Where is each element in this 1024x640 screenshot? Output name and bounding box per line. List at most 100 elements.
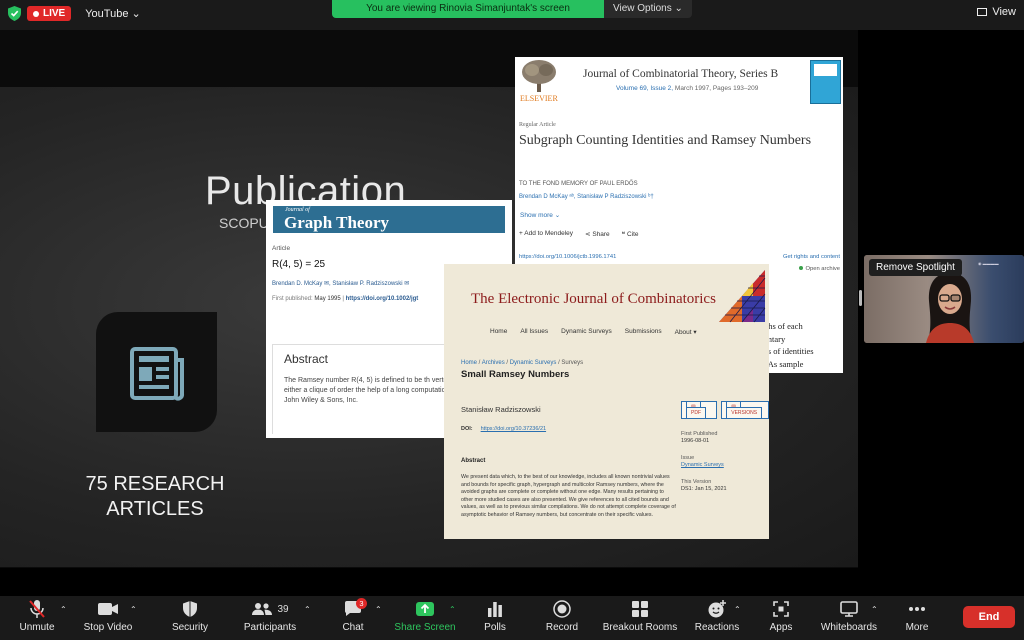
polls-label: Polls (484, 622, 506, 633)
pdf-button[interactable]: ▤ PDF (681, 401, 718, 419)
ejc-version-label: This Version (681, 479, 712, 485)
articles-line-2: ARTICLES (106, 498, 204, 520)
whiteboard-icon (840, 601, 858, 617)
participants-options-chevron-icon[interactable]: ⌃ (304, 605, 311, 614)
cite-button[interactable]: ❝ Cite (622, 230, 639, 238)
organization-logo: ◉ ▬▬▬▬ (978, 261, 999, 266)
ejc-issue-link[interactable]: Dynamic Surveys (681, 462, 727, 469)
ejc-sidebar-meta: First Published 1996-08-01 Issue Dynamic… (681, 431, 727, 503)
breadcrumb-archives[interactable]: Archives (482, 360, 505, 366)
doi-label: DOI: (461, 426, 473, 432)
participants-button[interactable]: 39 Participants (240, 596, 300, 640)
ejc-abstract-text: We present data which, to the best of ou… (461, 474, 676, 518)
show-more-link[interactable]: Show more ⌄ (520, 211, 560, 219)
newspaper-icon (130, 347, 184, 401)
jct-journal-title[interactable]: Journal of Combinatorial Theory, Series … (583, 68, 778, 80)
video-options-chevron-icon[interactable]: ⌃ (130, 605, 137, 614)
breakout-rooms-button[interactable]: Breakout Rooms (601, 596, 679, 640)
more-button[interactable]: More (902, 596, 932, 640)
ejc-nav-dynamic-surveys[interactable]: Dynamic Surveys (561, 328, 612, 336)
dedication-line: TO THE FOND MEMORY OF PAUL ERDŐS (519, 181, 638, 187)
first-published-label: First published: (272, 296, 313, 302)
meeting-controls-toolbar: Unmute ⌃ Stop Video ⌃ Security 39 Partic… (0, 596, 1024, 640)
participants-icon (252, 603, 273, 615)
ejc-nav-about[interactable]: About ▾ (675, 328, 697, 336)
ejc-first-published-value: 1996-08-01 (681, 438, 710, 444)
ejc-version-value: DS1: Jan 15, 2021 (681, 486, 727, 492)
record-button[interactable]: Record (543, 596, 581, 640)
unmute-label: Unmute (19, 622, 55, 633)
elsevier-tree-logo (522, 60, 556, 92)
show-more-label: Show more (520, 212, 553, 219)
ejc-nav-home[interactable]: Home (490, 328, 507, 336)
ejc-author: Stanisław Radziszowski (461, 405, 541, 414)
security-shield-icon (183, 601, 197, 617)
jct-authors[interactable]: Brendan D McKay ᵃᵇ, Stanisław P Radziszo… (519, 194, 654, 200)
share-button[interactable]: ⋖ Share (585, 230, 610, 238)
reactions-button[interactable]: Reactions (692, 596, 742, 640)
newspaper-icon-tile (96, 312, 217, 432)
remove-spotlight-button[interactable]: Remove Spotlight (869, 259, 962, 276)
ejc-first-published-label: First Published (681, 431, 718, 437)
end-meeting-button[interactable]: End (963, 606, 1015, 628)
reactions-label: Reactions (694, 622, 740, 633)
ejc-journal-title[interactable]: The Electronic Journal of Combinatorics (471, 291, 716, 308)
youtube-stream-menu[interactable]: YouTube ⌄ (85, 7, 141, 20)
platform-label: YouTube (85, 8, 129, 20)
chevron-down-icon: ⌄ (674, 3, 683, 14)
breadcrumb-home[interactable]: Home (461, 360, 477, 366)
video-camera-icon (98, 603, 118, 615)
audio-options-chevron-icon[interactable]: ⌃ (60, 605, 67, 614)
smiley-plus-icon (708, 600, 726, 618)
view-options-label: View Options (613, 3, 672, 14)
rights-link[interactable]: Get rights and content (783, 254, 840, 260)
ejc-nav: Home All Issues Dynamic Surveys Submissi… (490, 328, 697, 336)
jgt-authors[interactable]: Brendan D. McKay ✉, Stanisław P. Radzisz… (272, 280, 409, 287)
add-to-mendeley-button[interactable]: + Add to Mendeley (519, 230, 573, 238)
breakout-rooms-label: Breakout Rooms (602, 622, 678, 633)
chevron-down-icon: ⌄ (554, 212, 561, 219)
journal-cover-image[interactable] (810, 60, 841, 104)
live-badge[interactable]: LIVE (27, 6, 72, 21)
security-button[interactable]: Security (166, 596, 214, 640)
jct-doi-link[interactable]: https://doi.org/10.1006/jctb.1996.1741 (519, 254, 616, 260)
apps-icon (773, 601, 789, 617)
versions-label: VERSIONS (726, 407, 763, 419)
ejc-doi-link[interactable]: https://doi.org/10.37236/21 (481, 426, 546, 432)
share-icon: ⋖ (585, 231, 591, 238)
breadcrumb-current: Surveys (561, 360, 584, 366)
breadcrumb: Home / Archives / Dynamic Surveys / Surv… (461, 360, 584, 366)
jgt-banner-title: Graph Theory (284, 213, 390, 232)
whiteboards-label: Whiteboards (820, 622, 878, 633)
participants-count: 39 (277, 603, 289, 615)
more-dots-icon (909, 607, 925, 611)
reactions-options-chevron-icon[interactable]: ⌃ (734, 605, 741, 614)
zoom-top-bar: LIVE YouTube ⌄ You are viewing Rinovia S… (0, 0, 1024, 30)
whiteboards-button[interactable]: Whiteboards (817, 596, 881, 640)
breadcrumb-dynamic-surveys[interactable]: Dynamic Surveys (510, 360, 557, 366)
jgt-article-label: Article (272, 245, 291, 252)
view-button[interactable]: View (977, 6, 1016, 18)
unmute-button[interactable]: Unmute (14, 596, 60, 640)
ejc-article-title: Small Ramsey Numbers (461, 369, 570, 380)
live-status[interactable]: LIVE YouTube ⌄ (8, 6, 141, 21)
versions-button[interactable]: ▤ VERSIONS (721, 401, 769, 419)
share-options-chevron-icon[interactable]: ⌃ (449, 605, 456, 614)
ejc-nav-all-issues[interactable]: All Issues (520, 328, 548, 336)
share-screen-button[interactable]: Share Screen (392, 596, 458, 640)
panel-resize-handle[interactable] (859, 290, 862, 306)
ejc-abstract-heading: Abstract (461, 458, 486, 464)
whiteboards-options-chevron-icon[interactable]: ⌃ (871, 605, 878, 614)
stop-video-button[interactable]: Stop Video (80, 596, 136, 640)
jgt-doi-link[interactable]: https://doi.org/10.1002/jgt (346, 296, 419, 302)
jct-volume-link[interactable]: Volume 69, Issue 2, (616, 85, 673, 92)
share-screen-label: Share Screen (394, 622, 456, 633)
view-options-button[interactable]: View Options ⌄ (604, 0, 692, 18)
ejc-nav-submissions[interactable]: Submissions (625, 328, 662, 336)
ejc-article-screenshot: The Electronic Journal of Combinatorics … (444, 264, 769, 539)
apps-button[interactable]: Apps (766, 596, 796, 640)
polls-button[interactable]: Polls (480, 596, 510, 640)
shield-check-icon (8, 6, 21, 21)
chat-options-chevron-icon[interactable]: ⌃ (375, 605, 382, 614)
jgt-journal-banner: Journal of Graph Theory (273, 206, 505, 233)
